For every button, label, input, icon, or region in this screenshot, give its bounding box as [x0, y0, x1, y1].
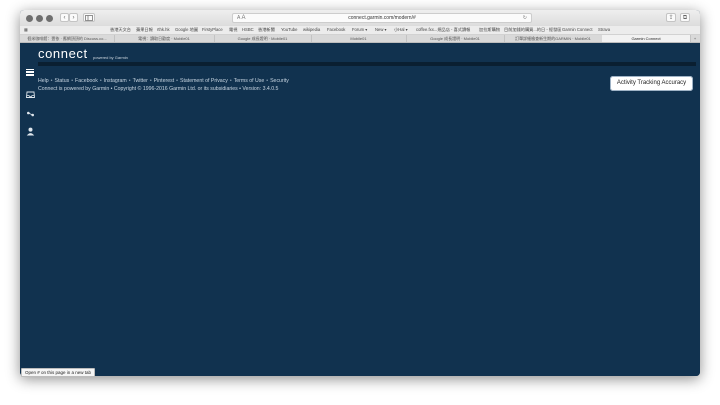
- bookmark-item[interactable]: 蘋果日報: [136, 26, 153, 34]
- header-bar: [38, 62, 696, 66]
- tab-mobile01-2[interactable]: Google 成長證明 · Mobile01: [214, 35, 312, 42]
- tab-mobile01-5[interactable]: 訂單詳細檢查新生期的GARMIN · Mobile01: [504, 35, 603, 42]
- sidebar-toggle-button[interactable]: [83, 13, 95, 22]
- activity-tracking-accuracy-button[interactable]: Activity Tracking Accuracy: [610, 76, 693, 91]
- share-button[interactable]: ⇪: [666, 13, 676, 22]
- connect-logo[interactable]: connect: [38, 46, 88, 61]
- tab-discuss[interactable]: 個米咖啡館：壹依 · 應網頂頂的 Discuss.co...: [20, 35, 115, 42]
- separator: •: [176, 78, 178, 84]
- new-tab-button[interactable]: +: [690, 35, 700, 42]
- footer-link-privacy[interactable]: Statement of Privacy: [180, 78, 228, 84]
- bookmarks-grid-icon[interactable]: ▦: [24, 26, 28, 34]
- status-bar: Open # on this page in a new tab: [21, 368, 96, 377]
- bookmark-item[interactable]: 加拉斯購物: [479, 26, 500, 34]
- footer-link-twitter[interactable]: Twitter: [133, 78, 148, 84]
- separator: •: [149, 78, 152, 84]
- separator: •: [266, 78, 269, 84]
- bookmark-item[interactable]: 香港新聞: [258, 26, 275, 34]
- address-bar[interactable]: A A connect.garmin.com/modern/# ↻: [232, 13, 532, 23]
- show-tabs-button[interactable]: ⧉: [680, 13, 690, 22]
- footer-link-security[interactable]: Security: [270, 78, 289, 84]
- bookmark-item[interactable]: HSBC: [242, 26, 254, 34]
- separator: •: [128, 78, 131, 84]
- footer-link-status[interactable]: Status: [55, 78, 70, 84]
- bookmark-item[interactable]: Strava: [598, 26, 610, 34]
- back-button[interactable]: ‹: [60, 13, 69, 22]
- footer-link-pinterest[interactable]: Pinterest: [154, 78, 174, 84]
- zoom-window-icon[interactable]: [46, 14, 53, 22]
- profile-icon[interactable]: [25, 123, 35, 136]
- separator: •: [99, 78, 102, 84]
- tab-mobile01-1[interactable]: 電視：讀取日歡度 · Mobile01: [114, 35, 215, 42]
- bookmark-item[interactable]: Garmin Connect: [562, 26, 593, 34]
- minimize-window-icon[interactable]: [36, 14, 43, 22]
- browser-window: ‹ › A A connect.garmin.com/modern/# ↻ ⇪ …: [20, 10, 700, 376]
- connections-icon[interactable]: [25, 105, 35, 117]
- bookmark-item[interactable]: 目前加錢的購買...的日 - 經發區: [504, 26, 561, 34]
- reload-icon[interactable]: ↻: [523, 14, 527, 23]
- menu-icon[interactable]: [25, 67, 35, 77]
- tab-garmin-connect[interactable]: Garmin Connect: [602, 35, 691, 42]
- footer-link-terms[interactable]: Terms of Use: [234, 78, 265, 84]
- forward-button[interactable]: ›: [69, 13, 78, 22]
- sidebar-icon: [85, 15, 93, 21]
- bookmark-folder[interactable]: Forum ▾: [352, 26, 367, 34]
- close-window-icon[interactable]: [26, 14, 33, 22]
- separator: •: [71, 78, 74, 84]
- bookmark-item[interactable]: Facebook: [327, 26, 345, 34]
- logo-subtitle: powered by Garmin: [93, 55, 128, 60]
- bookmark-folder[interactable]: 小Hal ▾: [394, 26, 408, 34]
- bookmark-item[interactable]: YouTube: [281, 26, 297, 34]
- copyright-text: Connect is powered by Garmin • Copyright…: [38, 86, 279, 92]
- tab-bar: 個米咖啡館：壹依 · 應網頂頂的 Discuss.co... 電視：讀取日歡度 …: [20, 35, 700, 43]
- bookmark-item[interactable]: 香港天文台: [110, 26, 131, 34]
- tab-mobile01-4[interactable]: Google 成長證明 · Mobile01: [406, 35, 505, 42]
- bookmark-item[interactable]: FirstyPlace: [202, 26, 223, 34]
- separator: •: [229, 78, 232, 84]
- footer-link-facebook[interactable]: Facebook: [75, 78, 98, 84]
- page-content: connect powered by Garmin Help • Status • Fa…: [20, 43, 700, 376]
- bookmark-folder[interactable]: New ▾: [375, 26, 387, 34]
- browser-toolbar: ‹ › A A connect.garmin.com/modern/# ↻ ⇪ …: [20, 10, 700, 27]
- footer-link-help[interactable]: Help: [38, 78, 49, 84]
- bookmark-item[interactable]: coffee.fxx...規品店 - 喜式讀報: [416, 26, 470, 34]
- footer-links: Help • Status • Facebook • Instagram • Twitter • P…: [38, 78, 289, 84]
- bookmarks-bar: ▦ 香港天文台 蘋果日報 rthk.hk Google 地圖 FirstyPla…: [20, 26, 700, 35]
- url-text[interactable]: connect.garmin.com/modern/#: [233, 14, 531, 23]
- tab-mobile01-3[interactable]: Mobile01: [311, 35, 407, 42]
- footer-link-instagram[interactable]: Instagram: [104, 78, 127, 84]
- separator: •: [50, 78, 53, 84]
- inbox-icon[interactable]: [25, 86, 35, 98]
- bookmark-item[interactable]: rthk.hk: [157, 26, 170, 34]
- bookmark-item[interactable]: Google 地圖: [175, 26, 198, 34]
- bookmark-item[interactable]: 電視: [229, 26, 237, 34]
- bookmark-item[interactable]: wikipedia: [303, 26, 320, 34]
